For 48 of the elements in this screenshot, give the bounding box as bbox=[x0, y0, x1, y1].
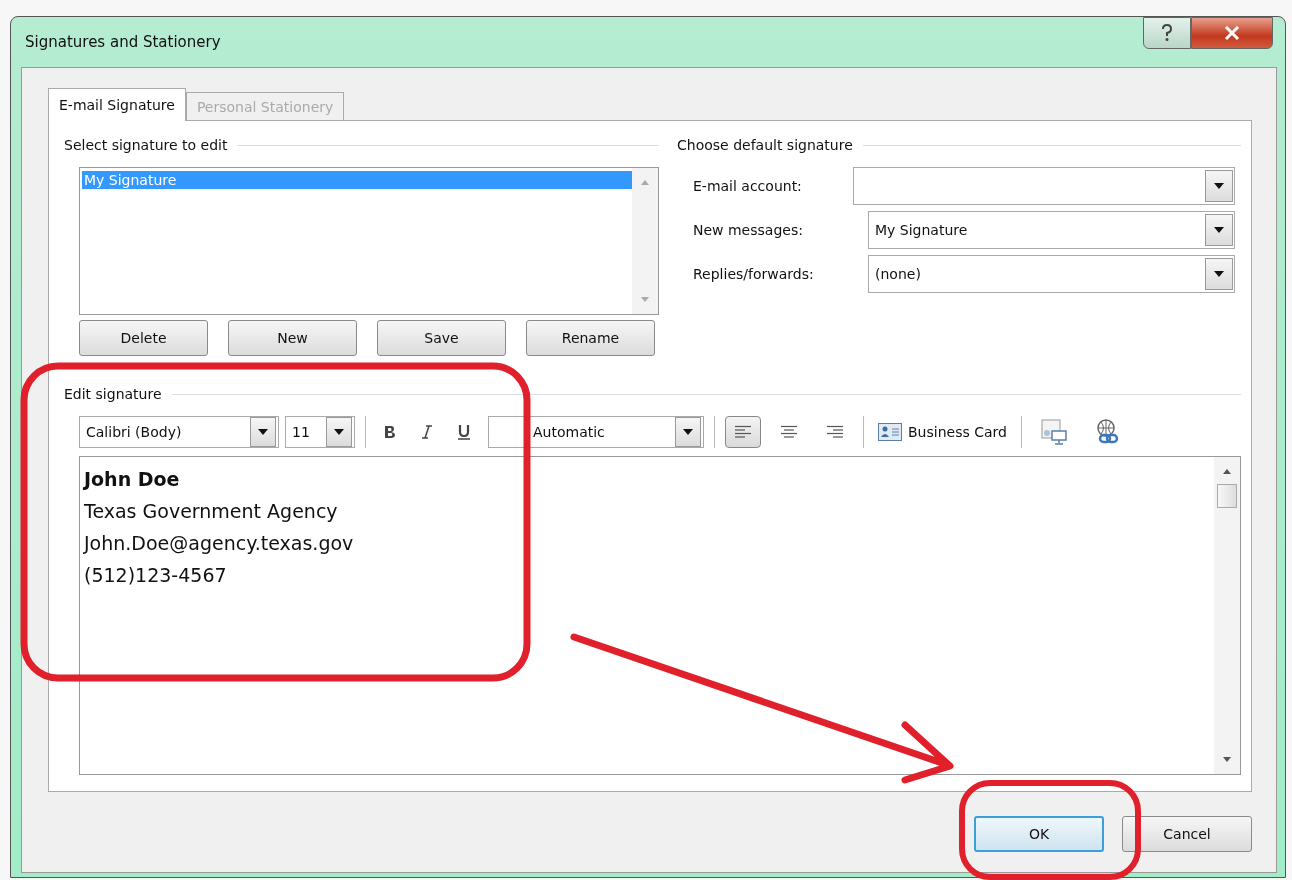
section-heading: Choose default signature bbox=[677, 137, 853, 153]
insert-picture-icon[interactable] bbox=[1039, 418, 1068, 446]
bold-icon[interactable] bbox=[384, 425, 396, 439]
caret-icon bbox=[1214, 227, 1224, 233]
align-left-button[interactable] bbox=[725, 416, 761, 448]
scrollbar[interactable] bbox=[1214, 457, 1240, 774]
caret-icon bbox=[1214, 271, 1224, 277]
signature-line: John.Doe@agency.texas.gov bbox=[84, 531, 355, 556]
signature-line: John Doe bbox=[84, 467, 181, 492]
signature-line: Texas Government Agency bbox=[84, 499, 339, 524]
signature-editor[interactable]: John Doe Texas Government Agency John.Doe@agency.texas.gov (512)123-4567 bbox=[79, 456, 1241, 775]
field-label: E-mail account: bbox=[693, 178, 803, 194]
caret-icon bbox=[258, 429, 268, 435]
tab[interactable]: E-mail Signature bbox=[48, 88, 186, 121]
signature-button[interactable]: Rename bbox=[526, 320, 655, 356]
help-icon bbox=[1160, 24, 1174, 42]
caret-icon bbox=[1214, 183, 1224, 189]
section-heading: Select signature to edit bbox=[64, 137, 228, 153]
signature-button[interactable]: New bbox=[228, 320, 357, 356]
contact-card-icon bbox=[878, 423, 902, 441]
window-title: Signatures and Stationery bbox=[25, 33, 221, 51]
business-card-button[interactable]: Business Card bbox=[874, 423, 1011, 441]
underline-icon[interactable] bbox=[458, 424, 470, 440]
ok-button[interactable]: OK bbox=[974, 816, 1104, 852]
caret-icon bbox=[334, 429, 344, 435]
help-button[interactable] bbox=[1143, 17, 1191, 49]
cancel-button[interactable]: Cancel bbox=[1122, 816, 1252, 852]
close-button[interactable] bbox=[1191, 17, 1273, 49]
font-size-dropdown[interactable]: 11 bbox=[285, 416, 355, 448]
dropdown[interactable]: (none) bbox=[868, 255, 1235, 293]
field-label: Replies/forwards: bbox=[693, 266, 815, 282]
scroll-thumb[interactable] bbox=[1217, 484, 1237, 508]
section-heading: Edit signature bbox=[64, 386, 162, 402]
align-center-icon bbox=[779, 425, 799, 439]
dropdown[interactable]: My Signature bbox=[868, 211, 1235, 249]
italic-icon[interactable] bbox=[422, 425, 432, 439]
scroll-down-icon[interactable] bbox=[1223, 757, 1231, 762]
align-left-icon bbox=[733, 425, 753, 439]
font-dropdown[interactable]: Calibri (Body) bbox=[79, 416, 279, 448]
field-label: New messages: bbox=[693, 222, 804, 238]
signature-button[interactable]: Delete bbox=[79, 320, 208, 356]
signature-line: (512)123-4567 bbox=[84, 563, 228, 588]
font-color-dropdown[interactable]: Automatic bbox=[488, 416, 704, 448]
scroll-up-icon[interactable] bbox=[1223, 469, 1231, 474]
close-icon bbox=[1224, 26, 1240, 40]
signature-button[interactable]: Save bbox=[377, 320, 506, 356]
caret-icon bbox=[683, 429, 693, 435]
align-right-icon bbox=[825, 425, 845, 439]
